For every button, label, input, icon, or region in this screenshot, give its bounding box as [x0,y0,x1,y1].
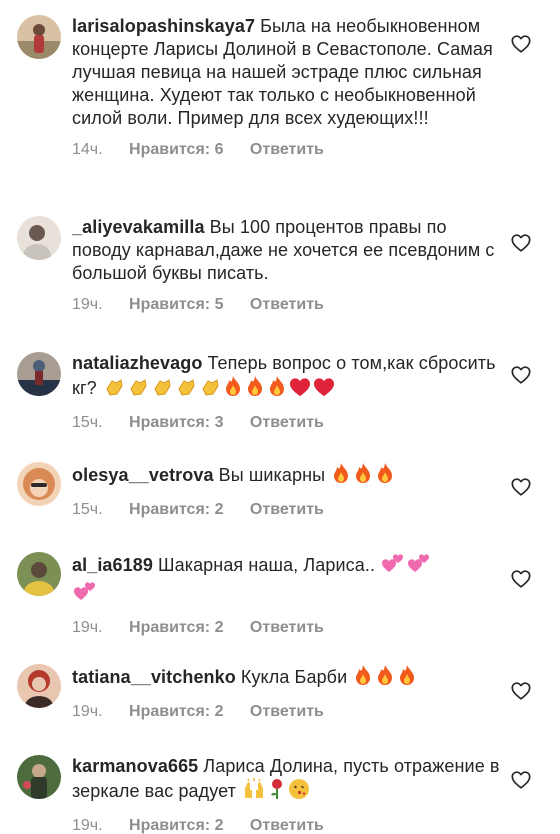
raised-hands-emoji [242,778,266,806]
clap-emoji [199,377,221,403]
reply-button[interactable]: Ответить [250,500,324,520]
comment-time: 14ч. [72,141,103,158]
clap-emoji [127,377,149,403]
clap-emoji [103,377,125,403]
fire-emoji [397,664,417,692]
comment-text: _aliyevakamilla Вы 100 процентов правы по… [72,216,502,285]
clap-emoji [175,377,197,403]
comment-username[interactable]: tatiana__vitchenko [72,667,236,687]
heart-outline-icon[interactable] [510,476,532,498]
reply-button[interactable]: Ответить [250,702,324,722]
comment-username[interactable]: larisalopashinskaya7 [72,16,255,36]
kissing-face-emoji [288,778,310,806]
heart-outline-icon[interactable] [510,232,532,254]
avatar[interactable] [17,552,61,596]
fire-emoji [375,664,395,692]
comment-meta: 19ч. Нравится: 2 Ответить [72,702,502,722]
comment-meta: 19ч. Нравится: 2 Ответить [72,816,502,834]
likes-count-button[interactable]: Нравится: 2 [129,618,223,638]
fire-emoji [375,462,395,490]
likes-count-button[interactable]: Нравится: 6 [129,140,223,160]
reply-button[interactable]: Ответить [250,295,324,315]
comment-time: 19ч. [72,817,103,834]
rose-emoji [268,778,286,806]
comment-message: Кукла Барби [240,667,348,687]
likes-count-button[interactable]: Нравится: 2 [129,702,223,722]
reply-button[interactable]: Ответить [250,618,324,638]
red-heart-emoji [313,377,335,403]
reply-button[interactable]: Ответить [250,816,324,834]
comment-message: Вы шикарны [218,465,326,485]
comment-time: 15ч. [72,414,103,431]
comment-time: 19ч. [72,619,103,636]
avatar[interactable] [17,15,61,59]
comment-time: 15ч. [72,501,103,518]
reply-button[interactable]: Ответить [250,413,324,433]
comment-text: larisalopashinskaya7 Была на необыкновенн… [72,15,502,130]
avatar[interactable] [17,462,61,506]
fire-emoji [245,375,265,403]
fire-emoji [267,375,287,403]
comments-list: larisalopashinskaya7 Была на необыкновенн… [0,0,560,834]
comment-text: karmanova665 Лариса Долина, пусть отражен… [72,755,502,806]
fire-emoji [353,664,373,692]
heart-outline-icon[interactable] [510,680,532,702]
comment-time: 19ч. [72,296,103,313]
comment-username[interactable]: olesya__vetrova [72,465,214,485]
comment-meta: 15ч. Нравится: 2 Ответить [72,500,502,520]
comment-username[interactable]: al_ia6189 [72,555,153,575]
clap-emoji [151,377,173,403]
comment-text: olesya__vetrova Вы шикарны [72,462,502,490]
heart-outline-icon[interactable] [510,568,532,590]
comment-text: nataliazhevago Теперь вопрос о том,как сб… [72,352,502,403]
avatar[interactable] [17,755,61,799]
heart-outline-icon[interactable] [510,769,532,791]
two-hearts-emoji [407,552,431,580]
likes-count-button[interactable]: Нравится: 2 [129,816,223,834]
comment-meta: 19ч. Нравится: 5 Ответить [72,295,502,315]
comment-meta: 19ч. Нравится: 2 Ответить [72,618,502,638]
avatar[interactable] [17,216,61,260]
heart-outline-icon[interactable] [510,364,532,386]
avatar[interactable] [17,664,61,708]
heart-outline-icon[interactable] [510,33,532,55]
comment-text: al_ia6189 Шакарная наша, Лариса.. [72,552,502,608]
fire-emoji [223,375,243,403]
likes-count-button[interactable]: Нравится: 3 [129,413,223,433]
comment-username[interactable]: nataliazhevago [72,353,202,373]
fire-emoji [331,462,351,490]
avatar[interactable] [17,352,61,396]
two-hearts-emoji [381,552,405,580]
likes-count-button[interactable]: Нравится: 2 [129,500,223,520]
fire-emoji [353,462,373,490]
two-hearts-emoji [73,580,97,608]
comment-username[interactable]: karmanova665 [72,756,198,776]
comment-meta: 15ч. Нравится: 3 Ответить [72,413,502,433]
comment-message: Шакарная наша, Лариса.. [157,555,376,575]
comment-time: 19ч. [72,703,103,720]
reply-button[interactable]: Ответить [250,140,324,160]
comment-username[interactable]: _aliyevakamilla [72,217,205,237]
red-heart-emoji [289,377,311,403]
comment-meta: 14ч. Нравится: 6 Ответить [72,140,502,160]
comment-text: tatiana__vitchenko Кукла Барби [72,664,502,692]
likes-count-button[interactable]: Нравится: 5 [129,295,223,315]
